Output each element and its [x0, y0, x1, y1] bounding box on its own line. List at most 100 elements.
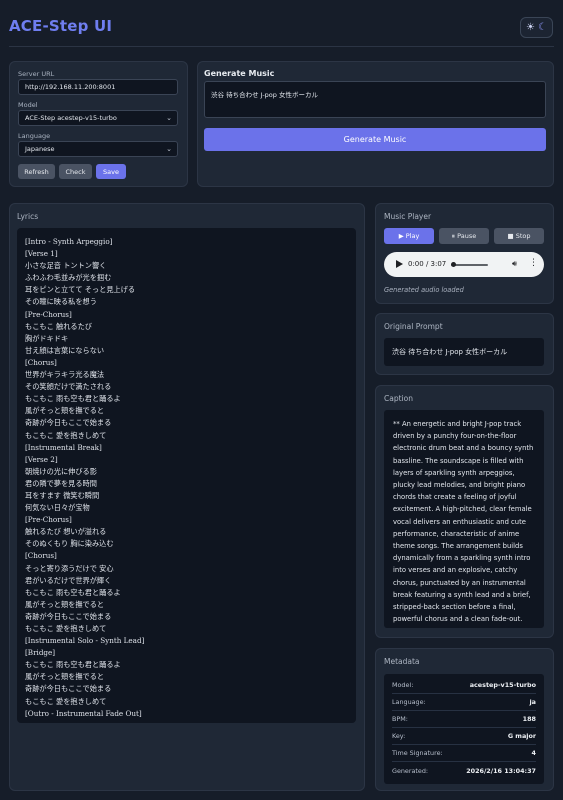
metadata-key: Key: — [392, 732, 406, 740]
lyric-line: 朝焼けの光に伸びる影 — [25, 466, 97, 476]
sun-icon: ☀ — [526, 22, 535, 33]
lyric-line: 耳をすます 微笑む瞬間 — [25, 490, 100, 500]
lyric-line: [Outro - Instrumental Fade Out] — [25, 708, 142, 718]
metadata-row: Model: acestep-v15-turbo — [392, 677, 536, 694]
app-header: ACE-Step UI ☀ ☾ — [0, 0, 563, 48]
save-button[interactable]: Save — [96, 164, 126, 179]
volume-icon[interactable]: 🔊︎ — [512, 259, 517, 269]
lyric-line: 何気ない日々が宝物 — [25, 503, 90, 513]
language-select-value: Japanese — [25, 145, 55, 153]
lyric-line: 世界がキラキラ光る魔法 — [25, 370, 105, 380]
metadata-value: acestep-v15-turbo — [469, 681, 536, 689]
model-label: Model — [18, 101, 38, 109]
metadata-key: Time Signature: — [392, 749, 443, 757]
metadata-table: Model: acestep-v15-turbo Language: ja BPM: 18… — [384, 674, 544, 784]
lyric-line: その瞳に映る私を想う — [25, 297, 97, 307]
lyric-line: [Verse 2] — [25, 454, 58, 464]
metadata-title: Metadata — [384, 657, 420, 666]
lyrics-title: Lyrics — [17, 212, 39, 221]
lyric-line: 奇跡が今日もここで始まる — [25, 611, 112, 621]
lyric-line: もこもこ 愛を抱きしめて — [25, 696, 107, 706]
audio-time: 0:00 / 3:07 — [408, 260, 447, 268]
lyric-line: 風がそっと頬を撫でると — [25, 406, 105, 416]
generate-panel — [197, 61, 554, 187]
lyric-line: [Chorus] — [25, 357, 57, 367]
moon-icon: ☾ — [538, 22, 547, 33]
server-url-label: Server URL — [18, 70, 55, 78]
lyric-line: 胸がドキドキ — [25, 333, 69, 343]
lyric-line: [Chorus] — [25, 551, 57, 561]
app-title: ACE-Step UI — [9, 17, 113, 35]
pause-button[interactable]: ⏸ Pause — [439, 228, 489, 244]
theme-toggle-button[interactable]: ☀ ☾ — [520, 17, 553, 38]
language-label: Language — [18, 132, 51, 140]
metadata-row: Language: ja — [392, 694, 536, 711]
audio-player[interactable]: 0:00 / 3:07 🔊︎ ⋮ — [384, 252, 544, 277]
play-button[interactable]: ▶ Play — [384, 228, 434, 244]
metadata-row: Key: G major — [392, 728, 536, 745]
lyric-line: [Pre-Chorus] — [25, 515, 72, 525]
lyric-line: そのぬくもり 胸に染み込む — [25, 539, 114, 549]
lyrics-text: [Intro - Synth Arpeggio] [Verse 1] 小さな足音 ト… — [17, 228, 356, 723]
lyric-line: もこもこ 雨も空も君と踊るよ — [25, 660, 121, 670]
lyric-line: [Instrumental Break] — [25, 442, 102, 452]
metadata-key: Language: — [392, 698, 426, 706]
refresh-button[interactable]: Refresh — [18, 164, 55, 179]
metadata-row: BPM: 188 — [392, 711, 536, 728]
lyric-line: 風がそっと頬を撫でると — [25, 672, 105, 682]
lyric-line: その笑顔だけで満たされる — [25, 382, 112, 392]
lyric-line: [Bridge] — [25, 648, 56, 658]
lyric-line: もこもこ 雨も空も君と踊るよ — [25, 394, 121, 404]
generate-music-button[interactable]: Generate Music — [204, 128, 546, 151]
lyric-line: 君がいるだけで世界が輝く — [25, 575, 112, 585]
chevron-down-icon: ⌄ — [166, 145, 172, 153]
header-divider — [9, 46, 554, 47]
lyric-line: 触れるたび 想いが溢れる — [25, 527, 107, 537]
music-player-title: Music Player — [384, 212, 432, 221]
metadata-row: Generated: 2026/2/16 13:04:37 — [392, 762, 536, 779]
audio-play-icon[interactable] — [396, 260, 403, 268]
lyric-line: 耳をピンと立てて そっと見上げる — [25, 285, 136, 295]
generate-title: Generate Music — [204, 69, 275, 78]
lyric-line: 奇跡が今日もここで始まる — [25, 418, 112, 428]
lyric-line: [Instrumental Solo - Synth Lead] — [25, 636, 145, 646]
metadata-value: ja — [529, 698, 536, 706]
more-options-icon[interactable]: ⋮ — [529, 258, 538, 268]
lyric-line: [Intro - Synth Arpeggio] — [25, 237, 113, 246]
original-prompt-text: 渋谷 待ち合わせ J-pop 女性ボーカル — [384, 338, 544, 366]
lyric-line: 奇跡が今日もここで始まる — [25, 684, 112, 694]
lyric-line: もこもこ 触れるたび — [25, 321, 92, 331]
metadata-value: 188 — [522, 715, 536, 723]
lyric-line: 風がそっと頬を撫でると — [25, 599, 105, 609]
lyric-line: ふわふわ毛並みが光を掴む — [25, 273, 112, 283]
server-url-input[interactable]: http://192.168.11.200:8001 — [18, 79, 178, 95]
model-select[interactable]: ACE-Step acestep-v15-turbo ⌄ — [18, 110, 178, 126]
metadata-value: 4 — [531, 749, 536, 757]
caption-title: Caption — [384, 394, 413, 403]
lyric-line: [Pre-Chorus] — [25, 309, 72, 319]
chevron-down-icon: ⌄ — [166, 114, 172, 122]
metadata-key: Generated: — [392, 766, 429, 775]
metadata-key: Model: — [392, 681, 414, 689]
lyric-line: もこもこ 雨も空も君と踊るよ — [25, 587, 121, 597]
player-status: Generated audio loaded — [384, 286, 464, 294]
metadata-key: BPM: — [392, 715, 408, 723]
lyric-line: 甘え顔は言葉にならない — [25, 345, 105, 355]
check-button[interactable]: Check — [59, 164, 92, 179]
audio-progress-track[interactable] — [451, 264, 488, 266]
language-select[interactable]: Japanese ⌄ — [18, 141, 178, 157]
audio-progress-knob[interactable] — [451, 262, 456, 267]
metadata-row: Time Signature: 4 — [392, 745, 536, 762]
lyric-line: もこもこ 愛を抱きしめて — [25, 624, 107, 633]
metadata-value: G major — [507, 732, 536, 740]
caption-text: ** An energetic and bright J-pop track d… — [384, 410, 544, 628]
model-select-value: ACE-Step acestep-v15-turbo — [25, 114, 117, 122]
lyric-line: 君の隣で夢を見る時間 — [25, 478, 97, 488]
original-prompt-title: Original Prompt — [384, 322, 443, 331]
lyric-line: もこもこ 愛を抱きしめて — [25, 430, 107, 440]
metadata-value: 2026/2/16 13:04:37 — [466, 766, 536, 775]
lyric-line: 小さな足音 トントン響く — [25, 261, 107, 271]
prompt-textarea[interactable]: 渋谷 待ち合わせ J-pop 女性ボーカル — [204, 81, 546, 118]
lyric-line: [Verse 1] — [25, 249, 58, 259]
stop-button[interactable]: ■ Stop — [494, 228, 544, 244]
